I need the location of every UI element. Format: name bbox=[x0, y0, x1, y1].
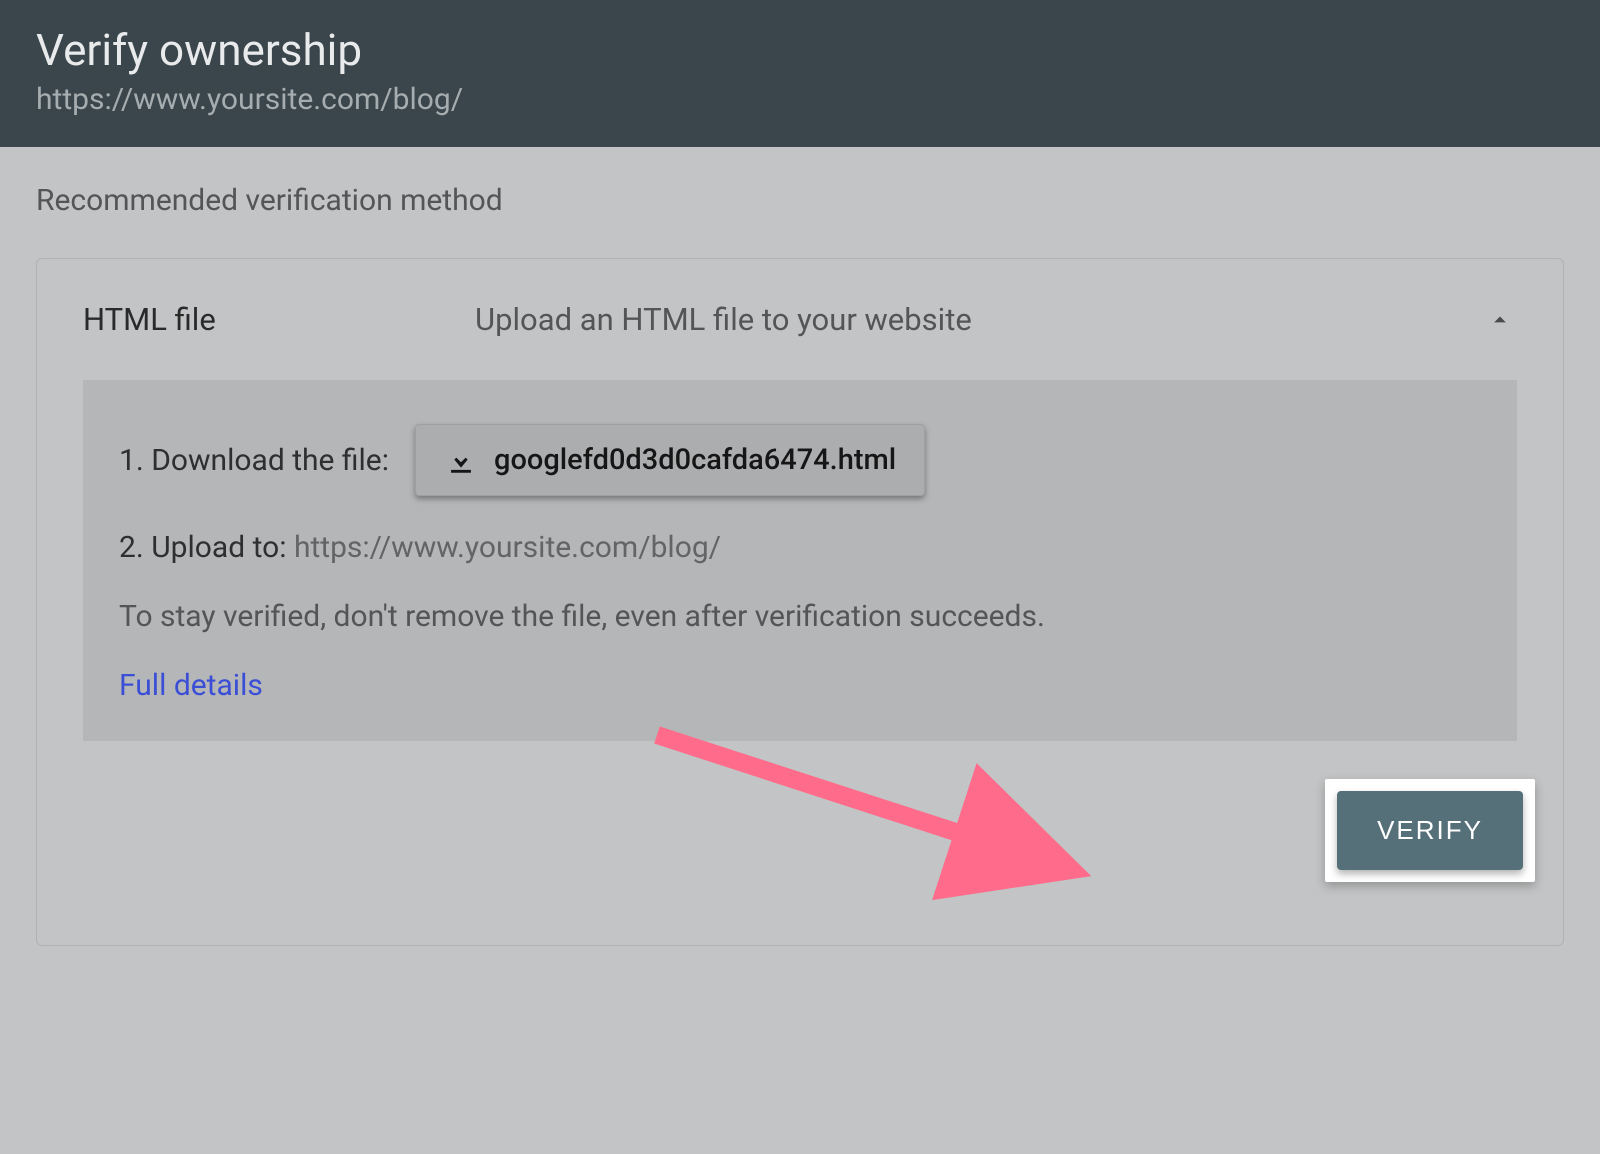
dialog-content: Recommended verification method HTML fil… bbox=[0, 147, 1600, 946]
download-filename: googlefd0d3d0cafda6474.html bbox=[494, 443, 896, 477]
dialog-title: Verify ownership bbox=[36, 24, 1564, 76]
full-details-link[interactable]: Full details bbox=[119, 668, 1481, 703]
chevron-up-icon[interactable] bbox=[1483, 303, 1517, 337]
verification-hint: To stay verified, don't remove the file,… bbox=[119, 599, 1481, 634]
dialog-subtitle-url: https://www.yoursite.com/blog/ bbox=[36, 82, 1564, 117]
panel-body: 1. Download the file: googlefd0d3d0cafda… bbox=[83, 380, 1517, 741]
step-download-label: 1. Download the file: bbox=[119, 443, 389, 478]
verification-method-panel: HTML file Upload an HTML file to your we… bbox=[36, 258, 1564, 946]
dialog-header: Verify ownership https://www.yoursite.co… bbox=[0, 0, 1600, 147]
step-upload: 2. Upload to: https://www.yoursite.com/b… bbox=[119, 530, 1481, 565]
download-file-button[interactable]: googlefd0d3d0cafda6474.html bbox=[415, 424, 925, 496]
panel-header[interactable]: HTML file Upload an HTML file to your we… bbox=[37, 259, 1563, 380]
method-description: Upload an HTML file to your website bbox=[475, 301, 1483, 338]
annotation-arrow bbox=[647, 725, 1117, 939]
step-download: 1. Download the file: googlefd0d3d0cafda… bbox=[119, 424, 1481, 496]
download-icon bbox=[444, 443, 478, 477]
method-name: HTML file bbox=[83, 301, 475, 338]
panel-footer: VERIFY bbox=[37, 775, 1563, 945]
verify-button[interactable]: VERIFY bbox=[1337, 791, 1523, 870]
section-label: Recommended verification method bbox=[36, 183, 1564, 218]
step-upload-label: 2. Upload to: bbox=[119, 530, 294, 565]
verify-highlight-box: VERIFY bbox=[1325, 779, 1535, 882]
step-upload-target: https://www.yoursite.com/blog/ bbox=[294, 530, 721, 565]
